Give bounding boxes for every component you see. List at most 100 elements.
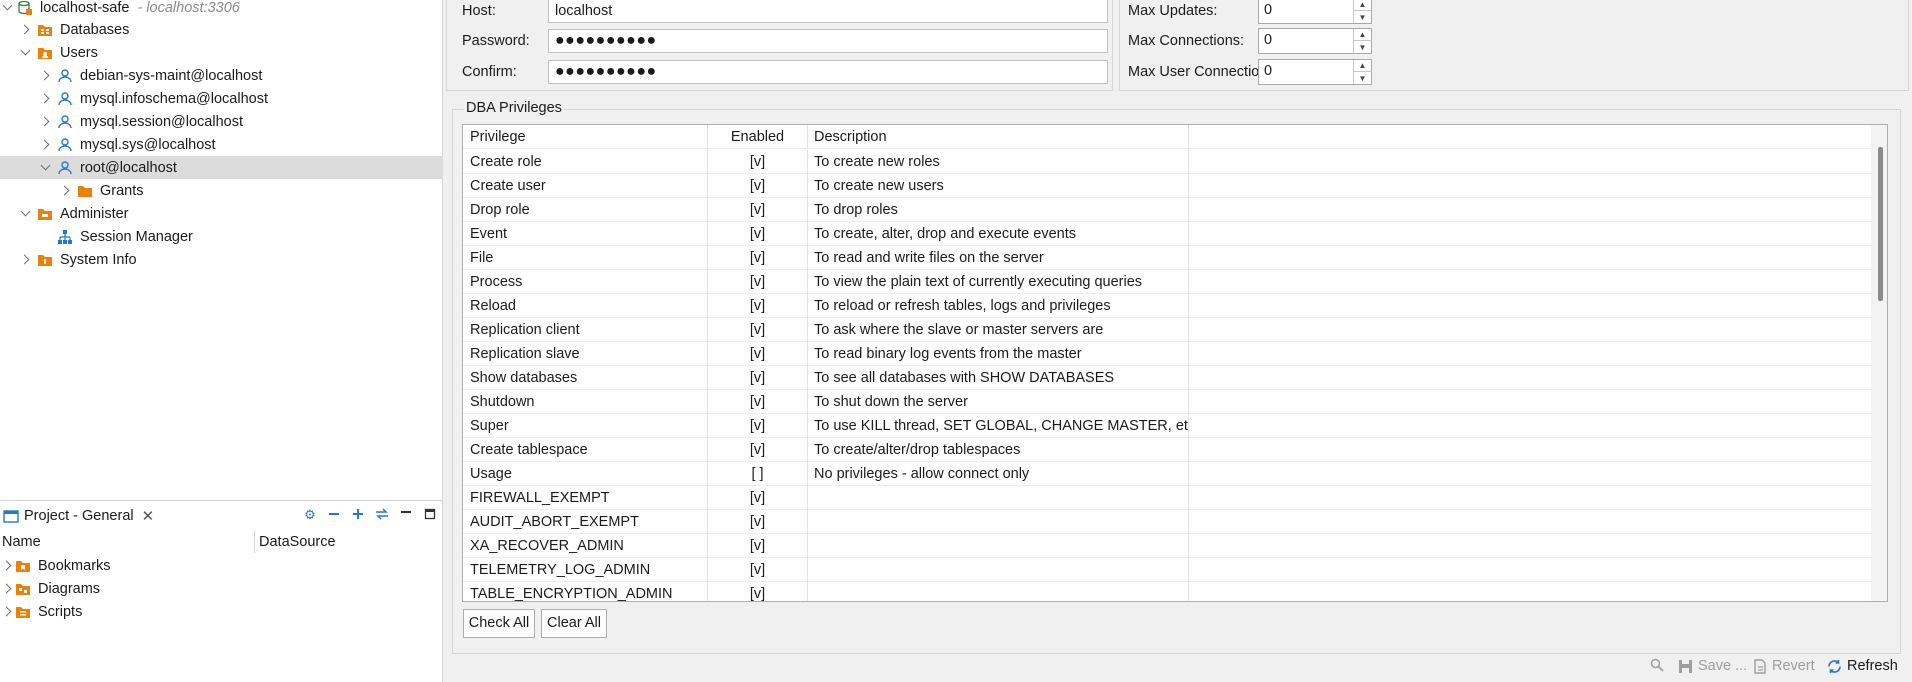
tree-item-system-info[interactable]: System Info <box>0 248 443 271</box>
tree-item-users[interactable]: Users <box>0 41 443 64</box>
expand-all-icon[interactable] <box>351 507 365 521</box>
column-header-name[interactable]: Name <box>0 531 255 553</box>
table-row[interactable]: Create tablespace [v] To create/alter/drop… <box>463 438 1873 462</box>
spin-down-icon[interactable]: ▼ <box>1354 72 1371 84</box>
chevron-down-icon[interactable] <box>38 161 52 175</box>
tree-item-databases[interactable]: Databases <box>0 18 443 41</box>
chevron-right-icon[interactable] <box>0 559 14 573</box>
enabled-checkbox[interactable]: [v] <box>708 150 808 174</box>
enabled-checkbox[interactable]: [ ] <box>708 462 808 486</box>
table-row[interactable]: Show databases [v] To see all databases wi… <box>463 366 1873 390</box>
enabled-checkbox[interactable]: [v] <box>708 222 808 246</box>
tree-item-session-manager[interactable]: Session Manager <box>0 225 443 248</box>
gear-icon[interactable]: ⚙ <box>303 507 317 521</box>
table-row[interactable]: Replication slave [v] To read binary log e… <box>463 342 1873 366</box>
table-row[interactable]: Super [v] To use KILL thread, SET GLOBAL, … <box>463 414 1873 438</box>
scrollbar-thumb[interactable] <box>1878 147 1883 301</box>
save-button[interactable]: Save ... <box>1678 658 1747 674</box>
chevron-down-icon[interactable] <box>18 207 32 221</box>
tree-item-connection[interactable]: localhost-safe - localhost:3306 <box>0 0 443 19</box>
chevron-right-icon[interactable] <box>18 23 32 37</box>
column-header-enabled[interactable]: Enabled <box>708 125 808 149</box>
max-user-connections-spinner[interactable]: 0 ▲ ▼ <box>1258 59 1372 85</box>
chevron-down-icon[interactable] <box>18 46 32 60</box>
chevron-right-icon[interactable] <box>38 69 52 83</box>
table-row[interactable]: XA_RECOVER_ADMIN [v] <box>463 534 1873 558</box>
table-row[interactable]: Process [v] To view the plain text of curr… <box>463 270 1873 294</box>
enabled-checkbox[interactable]: [v] <box>708 414 808 438</box>
enabled-checkbox[interactable]: [v] <box>708 438 808 462</box>
table-row[interactable]: TABLE_ENCRYPTION_ADMIN [v] <box>463 582 1873 601</box>
max-connections-spinner[interactable]: 0 ▲ ▼ <box>1258 28 1372 54</box>
chevron-right-icon[interactable] <box>38 138 52 152</box>
table-row[interactable]: Event [v] To create, alter, drop and execu… <box>463 222 1873 246</box>
close-icon[interactable]: ✕ <box>142 507 155 525</box>
spin-up-icon[interactable]: ▲ <box>1354 29 1371 41</box>
host-input[interactable]: localhost <box>548 0 1108 23</box>
tree-item-user[interactable]: mysql.infoschema@localhost <box>0 87 443 110</box>
chevron-right-icon[interactable] <box>38 92 52 106</box>
clear-all-button[interactable]: Clear All <box>541 609 607 638</box>
enabled-checkbox[interactable]: [v] <box>708 270 808 294</box>
chevron-right-icon[interactable] <box>58 184 72 198</box>
tree-item-user[interactable]: mysql.sys@localhost <box>0 133 443 156</box>
link-with-editor-icon[interactable] <box>375 507 389 521</box>
confirm-password-input[interactable]: ●●●●●●●●●● <box>548 60 1108 84</box>
enabled-checkbox[interactable]: [v] <box>708 486 808 510</box>
check-all-button[interactable]: Check All <box>463 609 535 638</box>
tree-item-user[interactable]: mysql.session@localhost <box>0 110 443 133</box>
enabled-checkbox[interactable]: [v] <box>708 510 808 534</box>
table-row[interactable]: Create role [v] To create new roles <box>463 150 1873 174</box>
enabled-checkbox[interactable]: [v] <box>708 246 808 270</box>
enabled-checkbox[interactable]: [v] <box>708 198 808 222</box>
revert-button[interactable]: Revert <box>1753 658 1815 674</box>
project-item-diagrams[interactable]: Diagrams <box>0 577 443 600</box>
project-item-bookmarks[interactable]: Bookmarks <box>0 554 443 577</box>
table-row[interactable]: FIREWALL_EXEMPT [v] <box>463 486 1873 510</box>
enabled-checkbox[interactable]: [v] <box>708 558 808 582</box>
chevron-down-icon[interactable] <box>0 1 14 15</box>
table-row[interactable]: Usage[ ] No privileges - allow connect on… <box>463 462 1873 486</box>
enabled-checkbox[interactable]: [v] <box>708 366 808 390</box>
refresh-button[interactable]: Refresh <box>1827 658 1898 674</box>
table-row[interactable]: AUDIT_ABORT_EXEMPT [v] <box>463 510 1873 534</box>
table-row[interactable]: File [v] To read and write files on the se… <box>463 246 1873 270</box>
column-header-privilege[interactable]: Privilege <box>463 125 708 149</box>
enabled-checkbox[interactable]: [v] <box>708 534 808 558</box>
tree-item-administer[interactable]: Administer <box>0 202 443 225</box>
tree-item-user-selected[interactable]: root@localhost <box>0 156 443 179</box>
enabled-checkbox[interactable]: [v] <box>708 342 808 366</box>
enabled-checkbox[interactable]: [v] <box>708 294 808 318</box>
tab-project-general[interactable]: Project - General ✕ <box>0 500 155 531</box>
chevron-right-icon[interactable] <box>18 253 32 267</box>
project-item-scripts[interactable]: Scripts <box>0 600 443 623</box>
max-updates-spinner[interactable]: 0 ▲ ▼ <box>1258 0 1372 24</box>
table-row[interactable]: Replication client [v] To ask where the sl… <box>463 318 1873 342</box>
chevron-right-icon[interactable] <box>0 582 14 596</box>
table-row[interactable]: Drop role [v] To drop roles <box>463 198 1873 222</box>
enabled-checkbox[interactable]: [v] <box>708 174 808 198</box>
enabled-checkbox[interactable]: [v] <box>708 390 808 414</box>
tree-item-grants[interactable]: Grants <box>0 179 443 202</box>
enabled-checkbox[interactable]: [v] <box>708 582 808 601</box>
spin-down-icon[interactable]: ▼ <box>1354 11 1371 23</box>
column-header-description[interactable]: Description <box>808 125 1189 149</box>
table-row[interactable]: TELEMETRY_LOG_ADMIN [v] <box>463 558 1873 582</box>
collapse-all-icon[interactable] <box>327 507 341 521</box>
spin-up-icon[interactable]: ▲ <box>1354 0 1371 11</box>
spin-down-icon[interactable]: ▼ <box>1354 41 1371 53</box>
search-icon[interactable] <box>1650 658 1664 672</box>
tree-item-user[interactable]: debian-sys-maint@localhost <box>0 64 443 87</box>
maximize-icon[interactable] <box>423 507 437 521</box>
table-row[interactable]: Create user [v] To create new users <box>463 174 1873 198</box>
vertical-scrollbar[interactable] <box>1871 125 1887 601</box>
table-row[interactable]: Reload [v] To reload or refresh tables, lo… <box>463 294 1873 318</box>
chevron-right-icon[interactable] <box>38 115 52 129</box>
spin-up-icon[interactable]: ▲ <box>1354 60 1371 72</box>
chevron-right-icon[interactable] <box>0 605 14 619</box>
table-row[interactable]: Shutdown [v] To shut down the server <box>463 390 1873 414</box>
minimize-icon[interactable] <box>399 507 413 521</box>
password-input[interactable]: ●●●●●●●●●● <box>548 29 1108 53</box>
enabled-checkbox[interactable]: [v] <box>708 318 808 342</box>
column-header-datasource[interactable]: DataSource <box>255 534 336 550</box>
